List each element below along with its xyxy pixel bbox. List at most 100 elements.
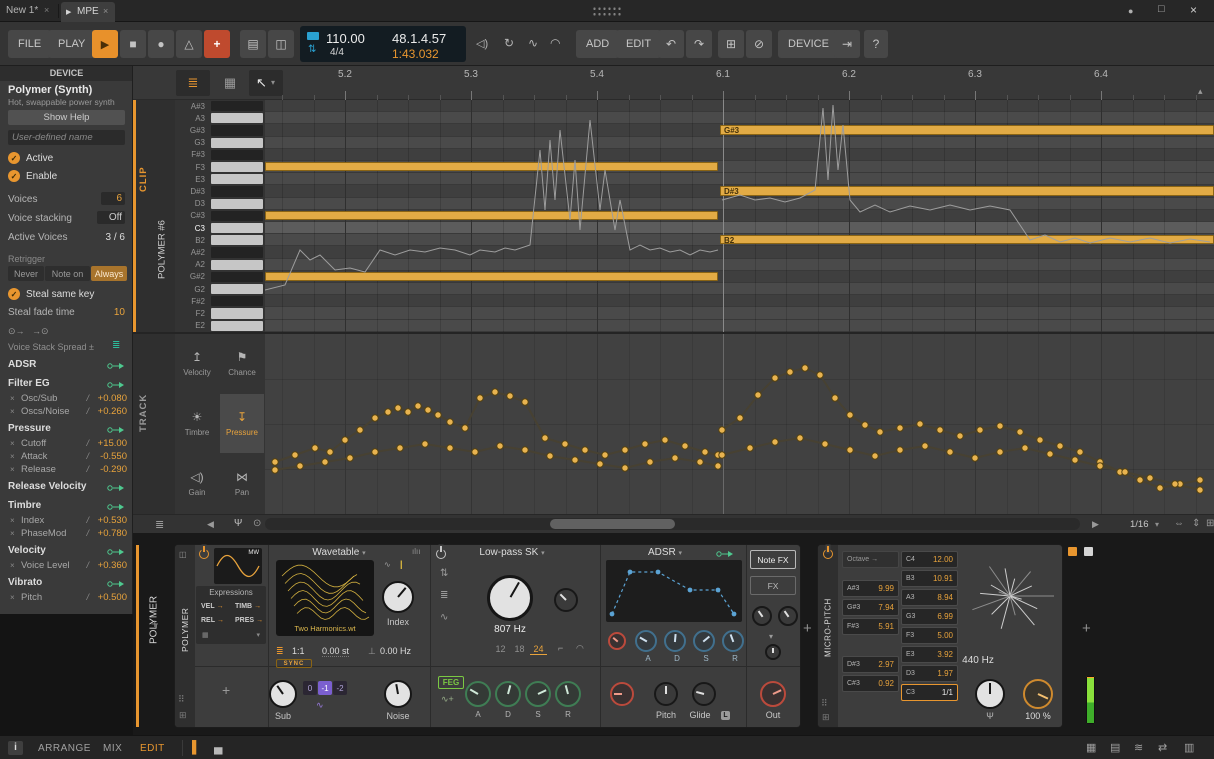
transport-stop-button[interactable]: ■ — [120, 30, 146, 58]
fx-tab[interactable]: FX — [750, 576, 796, 595]
note-bar-D#3[interactable]: D#3 — [720, 186, 1214, 195]
filter-slope-12[interactable]: 12 — [492, 644, 509, 654]
pitch-knob[interactable] — [654, 682, 678, 706]
feg-badge[interactable]: FEG — [438, 676, 464, 689]
mod-section-adsr[interactable]: ADSR — [0, 358, 133, 374]
mod-item-value[interactable]: +15.00 — [91, 438, 127, 449]
automation-panel-icon[interactable]: ≋ — [1134, 741, 1143, 754]
detune-starburst-display[interactable] — [962, 551, 1060, 643]
env-depth-knob[interactable] — [608, 632, 626, 650]
mp-cell-F3[interactable]: F35.00 — [901, 627, 958, 644]
mp-cell-A3[interactable]: A38.94 — [901, 589, 958, 606]
mix-knob[interactable] — [1023, 679, 1053, 709]
ruler-label-6.4[interactable]: 6.4 — [1087, 69, 1115, 80]
remove-mod-icon[interactable]: × — [10, 394, 15, 403]
piano-key-F2[interactable] — [211, 308, 263, 318]
expression-overlay-icon[interactable]: ≣ — [155, 518, 164, 531]
voice-stacking-value[interactable]: Off — [97, 211, 125, 224]
piano-key-G#3[interactable] — [211, 125, 263, 135]
ruler-label-6.3[interactable]: 6.3 — [961, 69, 989, 80]
mod-item[interactable]: ×Osc/Sub/+0.080 — [0, 393, 133, 406]
env-mod-route-icon[interactable] — [716, 549, 736, 559]
unison-mode-icon[interactable]: | — [400, 559, 403, 569]
link-icon[interactable]: ⊙ — [253, 518, 261, 529]
expression-target-vel[interactable]: VEL→ — [201, 600, 233, 612]
redo-icon[interactable]: ↷ — [686, 30, 712, 58]
fold-view-tab[interactable]: ▦ — [213, 70, 247, 96]
clip-tab-mpe[interactable]: ▶ MPE × — [61, 2, 115, 22]
notefx-knob-1[interactable] — [752, 606, 772, 626]
bottom-panel-toggle-icon[interactable]: ▄ — [214, 740, 223, 754]
mp-cell-G3[interactable]: G36.99 — [901, 608, 958, 625]
retrigger-option-never[interactable]: Never — [8, 266, 44, 281]
timeline-ruler[interactable]: 5.25.35.46.16.26.36.4 — [265, 66, 1214, 100]
filter-type-selector[interactable]: Low-pass SK ▾ — [452, 547, 572, 558]
project-tab[interactable]: New 1* — [6, 5, 38, 16]
loop-toggle-icon[interactable]: ↻ — [504, 36, 514, 50]
status-tab-arrange[interactable]: ARRANGE — [38, 740, 91, 756]
scroll-up-icon[interactable]: ▴ — [1198, 86, 1203, 97]
pressure-lane[interactable] — [265, 334, 1214, 514]
mod-item[interactable]: ×Index/+0.530 — [0, 515, 133, 528]
remove-mod-icon[interactable]: × — [10, 452, 15, 461]
mod-item-value[interactable]: +0.500 — [91, 592, 127, 603]
mod-item-value[interactable]: +0.080 — [91, 393, 127, 404]
piano-key-B2[interactable] — [211, 235, 263, 245]
wavetable-selector[interactable]: Wavetable ▾ — [268, 547, 410, 558]
mod-section-filter-eg[interactable]: Filter EG — [0, 377, 133, 393]
phase-mod-icon[interactable]: ⊥ — [368, 646, 376, 657]
piano-key-F#2[interactable] — [211, 296, 263, 306]
piano-key-E3[interactable] — [211, 174, 263, 184]
clip-lane-name[interactable]: POLYMER #6 — [153, 192, 171, 308]
chain-marker-white[interactable] — [1084, 547, 1093, 556]
mod-item-value[interactable]: +0.360 — [91, 560, 127, 571]
filter-resonance-knob[interactable] — [554, 588, 578, 612]
mpe-source-icon[interactable]: ⊙→ — [8, 326, 25, 337]
edit-menu-button[interactable]: EDIT — [616, 30, 661, 58]
transport-play-button[interactable]: ▶ — [92, 30, 118, 58]
mod-item-value[interactable]: -0.550 — [91, 451, 127, 462]
filter-slope-24[interactable]: 24 — [530, 644, 547, 655]
pitch-wheel-range-knob[interactable] — [975, 679, 1005, 709]
stack-spread-icon[interactable]: ≣ — [112, 340, 120, 351]
active-toggle[interactable]: ✓ — [8, 152, 20, 164]
polymer-expand-icon[interactable]: ⊞ — [179, 710, 187, 721]
h-scrollbar-track[interactable] — [265, 518, 1080, 530]
mp-cell-B3[interactable]: B310.91 — [901, 570, 958, 587]
ruler-label-5.4[interactable]: 5.4 — [583, 69, 611, 80]
piano-key-G2[interactable] — [211, 284, 263, 294]
notefx-dropdown-icon[interactable]: ▾ — [769, 632, 773, 641]
meter-panel-icon[interactable]: ▥ — [1184, 741, 1194, 754]
tempo-value[interactable]: 110.00 — [326, 31, 365, 46]
help-button[interactable]: ? — [864, 30, 888, 58]
env-d-knob[interactable] — [664, 630, 686, 652]
expression-target-pres[interactable]: PRES→ — [235, 614, 267, 626]
filter-level-icon[interactable]: ≣ — [440, 590, 448, 601]
notes-view-tab[interactable]: ≣ — [176, 70, 210, 96]
env-s-knob[interactable] — [693, 630, 715, 652]
glide-legato-badge[interactable]: L — [721, 711, 730, 720]
duplicate-icon[interactable]: ⊞ — [718, 30, 744, 58]
filter-env-a-knob[interactable] — [465, 681, 491, 707]
playhead-position[interactable]: 48.1.4.57 — [392, 31, 446, 46]
ruler-label-6.1[interactable]: 6.1 — [709, 69, 737, 80]
mod-section-release-velocity[interactable]: Release Velocity — [0, 480, 133, 496]
piano-key-A2[interactable] — [211, 260, 263, 270]
mod-section-velocity[interactable]: Velocity — [0, 544, 133, 560]
piano-key-A#2[interactable] — [211, 247, 263, 257]
note-fx-tab[interactable]: Note FX — [750, 550, 796, 569]
expression-tab-pan[interactable]: ⋈Pan — [220, 454, 264, 513]
phase-mode-icon[interactable]: ∿ — [384, 560, 391, 569]
mpe-dest-icon[interactable]: →⊙ — [32, 326, 49, 337]
mod-item[interactable]: ×Cutoff/+15.00 — [0, 438, 133, 451]
mod-item[interactable]: ×Attack/-0.550 — [0, 451, 133, 464]
ruler-label-5.3[interactable]: 5.3 — [457, 69, 485, 80]
micro-pitch-expand-icon[interactable]: ⊞ — [822, 712, 830, 723]
ruler-label-5.2[interactable]: 5.2 — [331, 69, 359, 80]
scroll-left-icon[interactable]: ◀ — [207, 519, 214, 530]
polymer-device-name[interactable]: POLYMER — [176, 575, 194, 685]
filter-env-r-knob[interactable] — [555, 681, 581, 707]
mpe-mode-icon[interactable]: Ψ — [234, 518, 242, 529]
pressure-points[interactable] — [265, 334, 1214, 514]
filter-wave-icon[interactable]: ∿ — [440, 612, 448, 623]
